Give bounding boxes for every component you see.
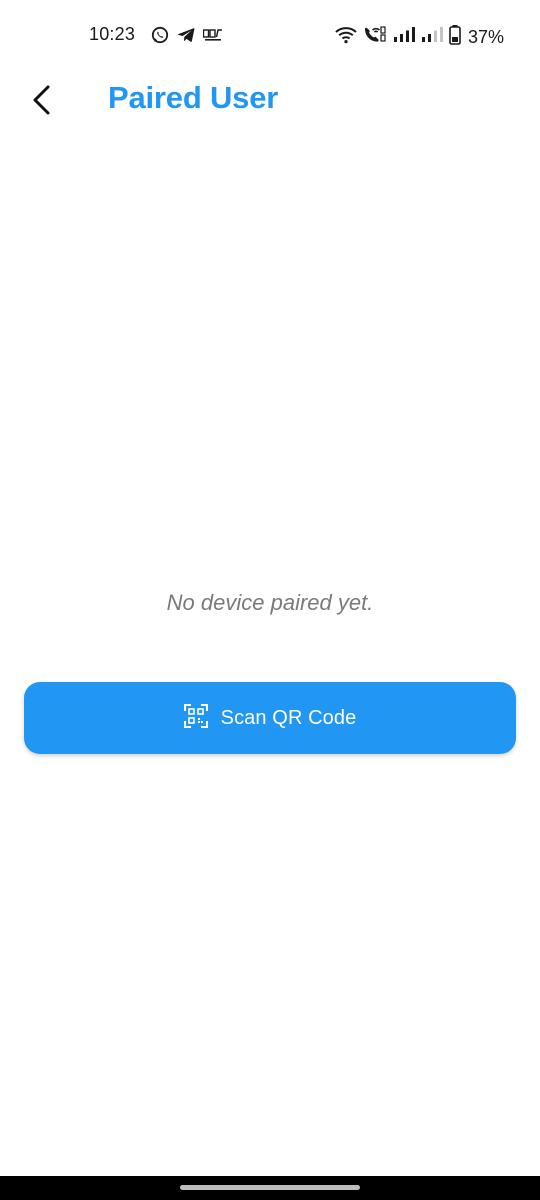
status-bar: 10:23 37% — [0, 0, 540, 72]
battery-percent: 37% — [467, 27, 504, 47]
system-nav-bar — [0, 1176, 540, 1200]
wifi-calling-icon — [363, 26, 387, 49]
paired-user-screen: 10:23 37% Paired User No device paired y… — [0, 0, 540, 1200]
battery-icon — [449, 25, 461, 50]
back-arrow-icon — [33, 85, 50, 115]
empty-state-message: No device paired yet. — [166, 590, 374, 615]
scan-qr-button[interactable]: Scan QR Code — [24, 682, 516, 754]
status-time: 10:23 — [89, 24, 136, 44]
back-button[interactable] — [22, 78, 62, 122]
signal-icon — [393, 27, 415, 48]
telegram-icon — [177, 27, 195, 48]
system-icons: 37% — [335, 25, 504, 50]
notification-icons — [151, 26, 223, 49]
whatsapp-icon — [151, 26, 169, 49]
wifi-icon — [335, 26, 357, 49]
home-indicator[interactable] — [180, 1185, 360, 1190]
page-title: Paired User — [108, 80, 279, 115]
app-notification-icon — [202, 28, 223, 47]
qr-code-scanner-icon — [183, 703, 208, 733]
signal-weak-icon — [421, 27, 443, 48]
app-bar: Paired User — [0, 72, 540, 128]
scan-qr-label: Scan QR Code — [220, 706, 357, 729]
